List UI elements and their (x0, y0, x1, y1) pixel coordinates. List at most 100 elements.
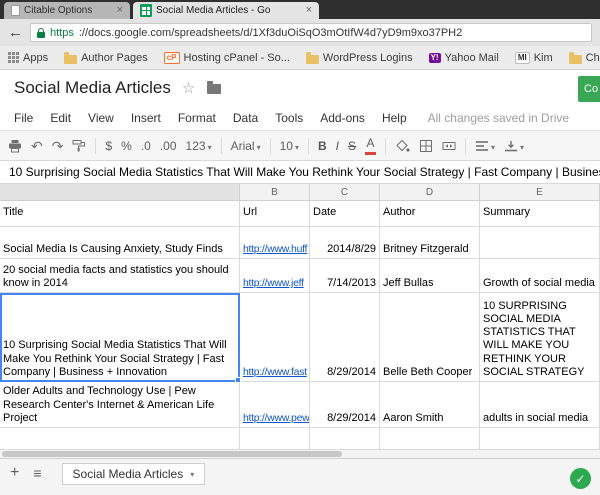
menu-tools[interactable]: Tools (275, 111, 303, 125)
url-link[interactable]: http://www.fast (243, 366, 307, 379)
grid-cell-author[interactable]: Belle Beth Cooper (380, 293, 480, 382)
grid-cell-summary-header[interactable]: Summary (480, 201, 600, 227)
star-icon[interactable]: ☆ (182, 79, 195, 97)
add-sheet-button[interactable]: + (10, 463, 19, 483)
bookmark-apps[interactable]: Apps (8, 52, 48, 64)
grid-cell-summary[interactable] (480, 227, 600, 259)
menu-format[interactable]: Format (178, 111, 216, 125)
column-header-b[interactable]: B (240, 184, 310, 201)
menu-data[interactable]: Data (233, 111, 258, 125)
grid-cell-date[interactable]: 8/29/2014 (310, 293, 380, 382)
column-header-d[interactable]: D (380, 184, 480, 201)
grid-cell-empty[interactable] (480, 428, 600, 450)
grid-cell-title-header[interactable]: Title (0, 201, 240, 227)
vertical-align-button[interactable]: ▾ (504, 140, 524, 152)
url-link[interactable]: http://www.jeff (243, 277, 304, 290)
grid-cell-title[interactable]: Older Adults and Technology Use | Pew Re… (0, 382, 240, 428)
font-size-dropdown[interactable]: 10▾ (280, 140, 299, 152)
bookmark-label: Apps (23, 52, 48, 64)
font-family-dropdown[interactable]: Arial▾ (231, 140, 261, 152)
grid-cell-empty[interactable] (240, 428, 310, 450)
grid-cell-author[interactable]: Britney Fitzgerald (380, 227, 480, 259)
grid-cell-title-selected[interactable]: 10 Surprising Social Media Statistics Th… (0, 293, 240, 382)
formula-bar[interactable]: 10 Surprising Social Media Statistics Th… (0, 161, 600, 184)
bookmark-label: Author Pages (81, 52, 148, 64)
bookmark-chrome-extensions[interactable]: Chrome Extensi (569, 52, 600, 64)
browser-tab-citable-options[interactable]: Citable Options × (4, 2, 130, 19)
bold-button[interactable]: B (318, 140, 327, 152)
bookmark-label: Kim (534, 52, 553, 64)
grid-cell-author-header[interactable]: Author (380, 201, 480, 227)
grid-cell-summary[interactable]: adults in social media (480, 382, 600, 428)
grid-cell-empty[interactable] (380, 428, 480, 450)
increase-decimal-button[interactable]: .00 (160, 140, 177, 152)
tab-close-icon[interactable]: × (117, 5, 123, 16)
grid-cell-summary[interactable]: Growth of social media (480, 259, 600, 293)
tab-close-icon[interactable]: × (306, 5, 312, 16)
menu-help[interactable]: Help (382, 111, 407, 125)
cell-text: 2014/8/29 (327, 243, 376, 256)
grid-cell-date[interactable]: 7/14/2013 (310, 259, 380, 293)
back-button[interactable]: ← (8, 25, 23, 40)
grid-cell-url[interactable]: http://www.huff (240, 227, 310, 259)
grid-cell-summary[interactable]: 10 SURPRISING SOCIAL MEDIA STATISTICS TH… (480, 293, 600, 382)
bookmark-wordpress-logins[interactable]: WordPress Logins (306, 52, 413, 64)
column-header-a[interactable] (0, 184, 240, 201)
chevron-down-icon: ▾ (190, 470, 194, 479)
menu-addons[interactable]: Add-ons (320, 111, 365, 125)
grid-cell-author[interactable]: Aaron Smith (380, 382, 480, 428)
document-title[interactable]: Social Media Articles (14, 78, 171, 98)
bookmark-kim[interactable]: MI Kim (515, 52, 553, 64)
grid-cell-date[interactable]: 2014/8/29 (310, 227, 380, 259)
grid-cell-url[interactable]: http://www.pew (240, 382, 310, 428)
url-link[interactable]: http://www.pew (243, 412, 309, 425)
grid-cell-title[interactable]: 20 social media facts and statistics you… (0, 259, 240, 293)
grid-cell-empty[interactable] (310, 428, 380, 450)
bookmark-yahoo-mail[interactable]: Y! Yahoo Mail (429, 52, 499, 64)
https-lock-icon[interactable] (37, 32, 45, 38)
menu-insert[interactable]: Insert (131, 111, 161, 125)
fill-color-button[interactable] (395, 139, 410, 153)
url-link[interactable]: http://www.huff (243, 243, 307, 256)
table-row: 20 social media facts and statistics you… (0, 259, 600, 293)
decrease-decimal-button[interactable]: .0 (141, 140, 151, 152)
column-header-c[interactable]: C (310, 184, 380, 201)
grid-cell-date-header[interactable]: Date (310, 201, 380, 227)
menu-edit[interactable]: Edit (50, 111, 71, 125)
menu-view[interactable]: View (88, 111, 114, 125)
grid-cell-title[interactable]: Social Media Is Causing Anxiety, Study F… (0, 227, 240, 259)
grid-cell-empty[interactable] (0, 428, 240, 450)
print-button[interactable] (8, 139, 22, 153)
browser-tab-social-media-articles[interactable]: Social Media Articles - Go × (133, 2, 319, 19)
undo-button[interactable]: ↶ (31, 139, 43, 153)
column-header-e[interactable]: E (480, 184, 600, 201)
scrollbar-thumb[interactable] (2, 451, 342, 457)
format-currency-button[interactable]: $ (105, 140, 112, 152)
apps-grid-icon (8, 52, 19, 63)
sheet-tab-social-media-articles[interactable]: Social Media Articles ▾ (62, 463, 206, 485)
redo-button[interactable]: ↷ (52, 139, 64, 153)
grid-cell-author[interactable]: Jeff Bullas (380, 259, 480, 293)
bookmark-cpanel[interactable]: cP Hosting cPanel - So... (164, 52, 290, 64)
paint-format-button[interactable] (72, 139, 86, 152)
strikethrough-button[interactable]: S (348, 140, 356, 152)
borders-button[interactable] (419, 139, 433, 153)
url-omnibox[interactable]: https ://docs.google.com/spreadsheets/d/… (30, 23, 592, 42)
document-header: Social Media Articles ☆ Co (0, 70, 600, 106)
all-sheets-icon[interactable]: ≡ (33, 463, 41, 483)
horizontal-scrollbar[interactable] (0, 450, 600, 458)
grid-cell-url[interactable]: http://www.jeff (240, 259, 310, 293)
merge-cells-button[interactable] (442, 139, 456, 153)
menu-file[interactable]: File (14, 111, 33, 125)
more-formats-button[interactable]: 123▾ (186, 140, 212, 152)
grid-cell-date[interactable]: 8/29/2014 (310, 382, 380, 428)
text-color-button[interactable]: A (365, 137, 376, 155)
share-button[interactable]: Co (578, 76, 600, 102)
italic-button[interactable]: I (336, 140, 339, 152)
grid-cell-url[interactable]: http://www.fast (240, 293, 310, 382)
move-to-folder-icon[interactable] (207, 84, 221, 94)
format-percent-button[interactable]: % (121, 140, 132, 152)
horizontal-align-button[interactable]: ▾ (475, 140, 495, 152)
grid-cell-url-header[interactable]: Url (240, 201, 310, 227)
bookmark-author-pages[interactable]: Author Pages (64, 52, 148, 64)
